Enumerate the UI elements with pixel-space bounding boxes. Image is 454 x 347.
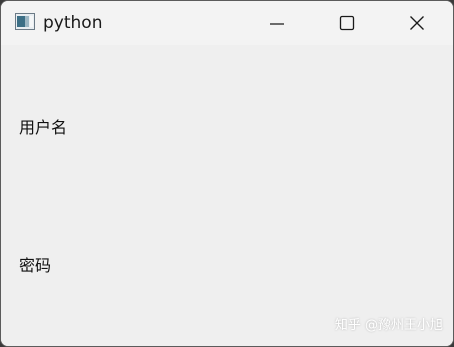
login-form: 用户名 密码 知乎 @豫州王小旭 — [1, 45, 453, 346]
minimize-icon — [270, 23, 284, 25]
minimize-button[interactable] — [254, 1, 300, 45]
python-app-icon — [15, 13, 35, 30]
close-icon — [410, 16, 424, 30]
close-button[interactable] — [394, 1, 440, 45]
maximize-icon — [339, 15, 355, 31]
username-label: 用户名 — [19, 118, 68, 137]
maximize-button[interactable] — [324, 1, 370, 45]
password-label: 密码 — [19, 256, 52, 275]
app-window: python 用户名 密码 知乎 @豫州王小旭 — [0, 0, 454, 347]
watermark-text: 知乎 @豫州王小旭 — [334, 318, 443, 333]
title-bar[interactable]: python — [1, 1, 453, 45]
window-title: python — [43, 13, 103, 33]
